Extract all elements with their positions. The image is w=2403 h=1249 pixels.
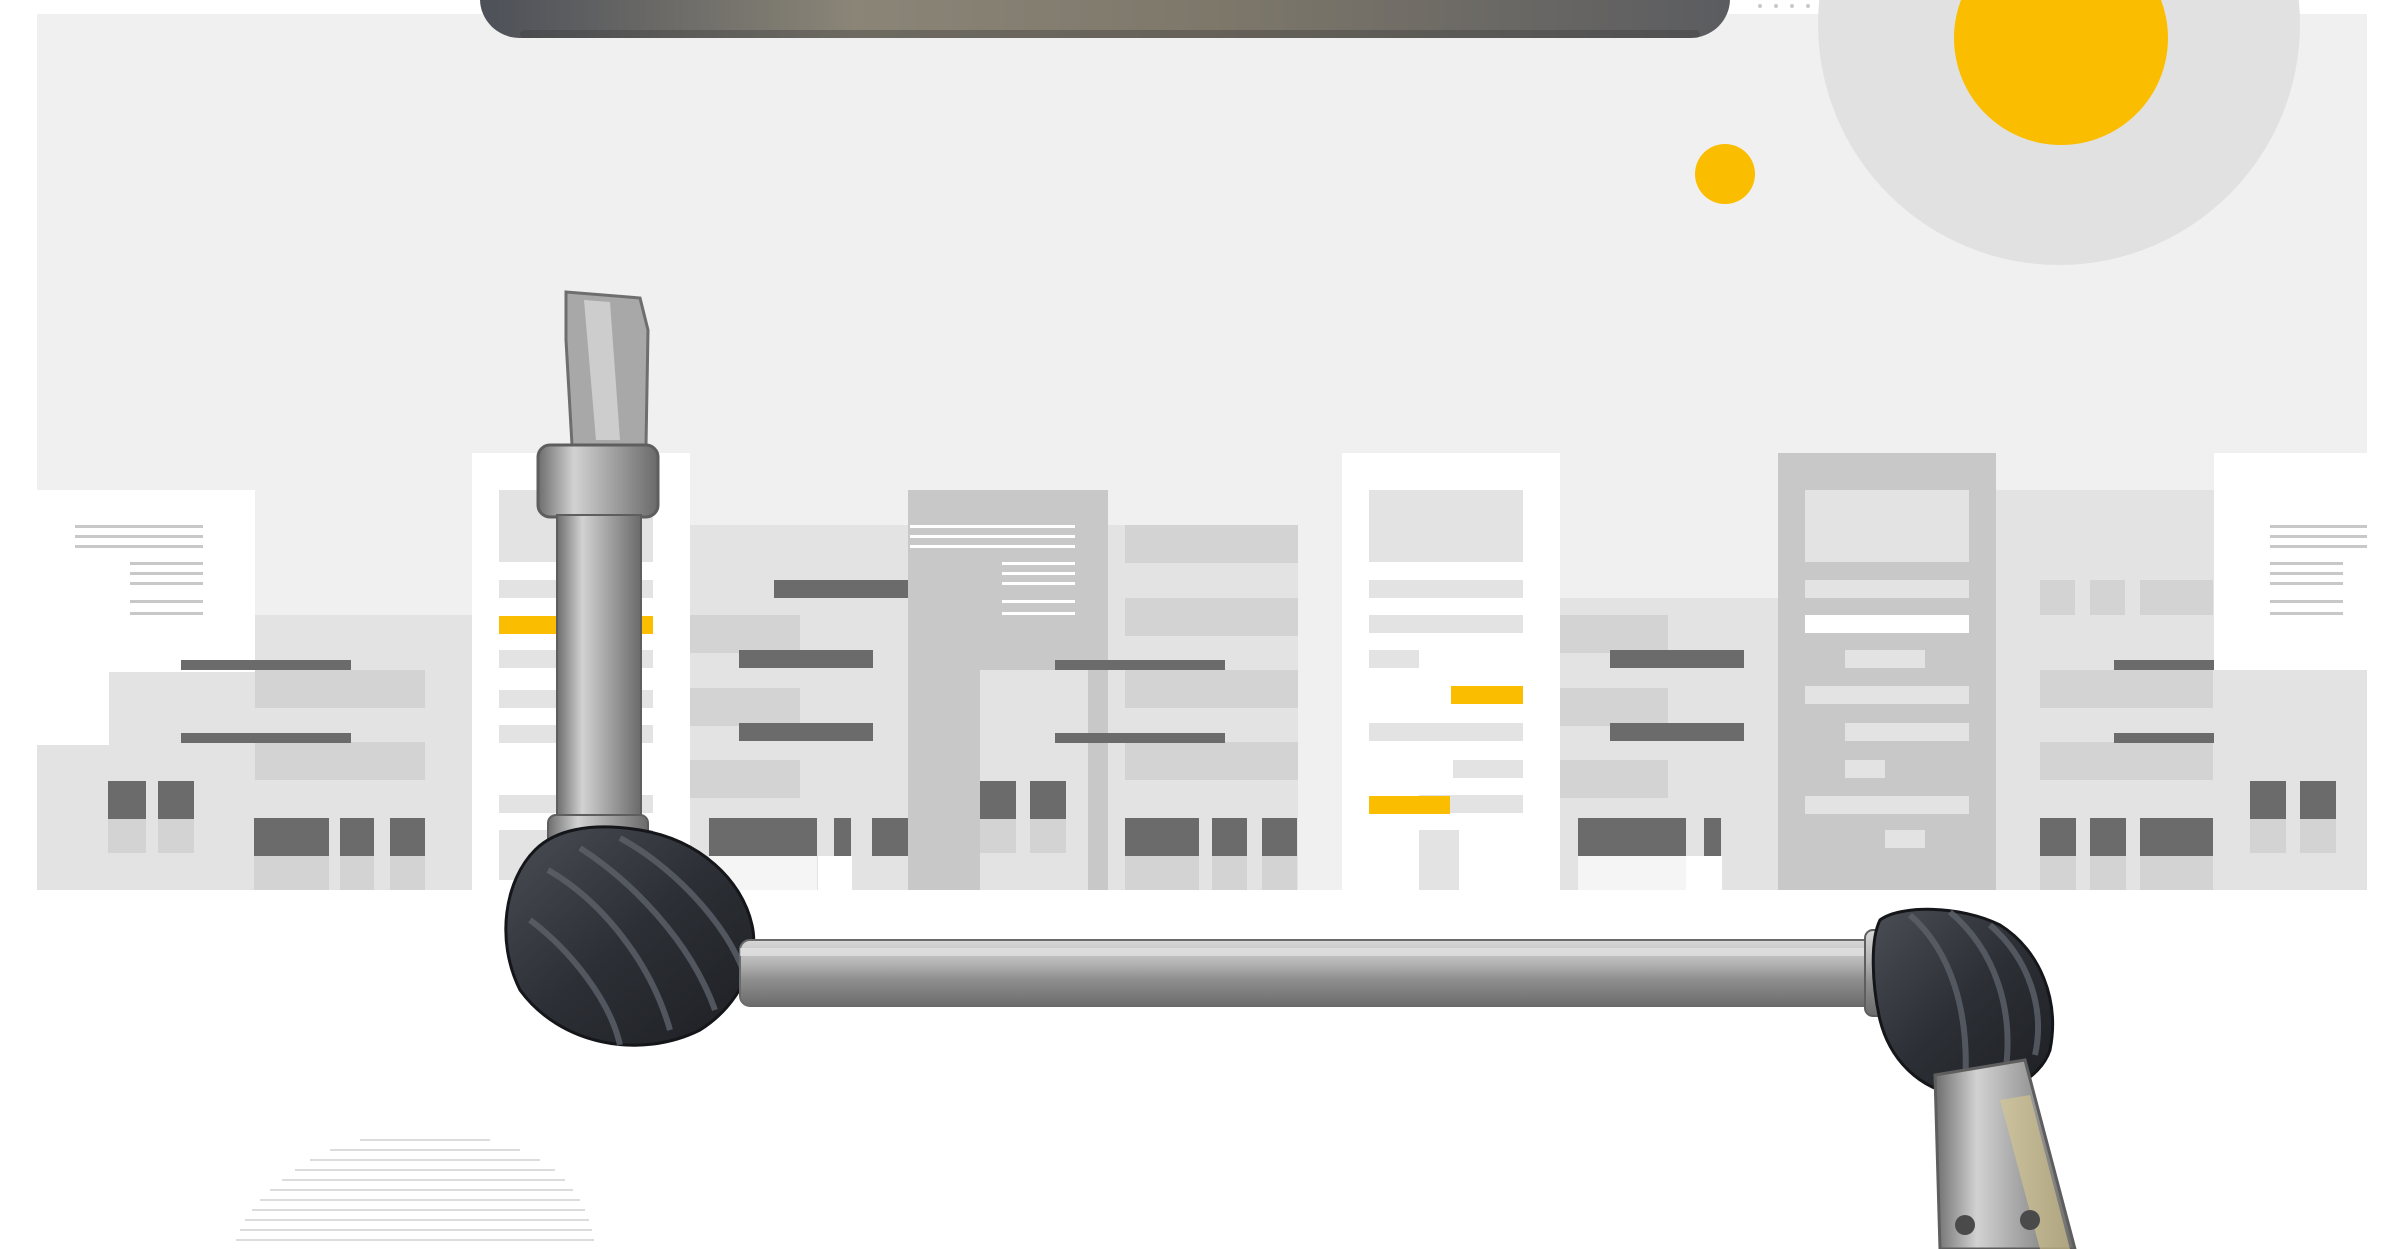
striped-arc-decoration: [236, 1139, 594, 1241]
product-showcase-canvas: [0, 0, 2403, 1249]
small-sun: [1695, 144, 1755, 204]
upper-shaft: [556, 514, 642, 846]
product-scene: [37, 0, 2367, 1249]
upper-collar: [536, 443, 660, 519]
top-photo-strip-shadow: [520, 30, 1700, 38]
